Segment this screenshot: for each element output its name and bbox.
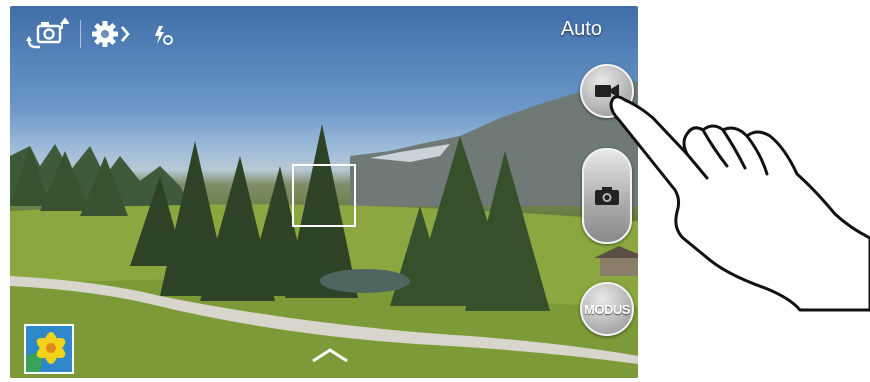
flash-auto-icon [155, 26, 173, 45]
gallery-thumbnail[interactable] [24, 324, 74, 374]
toolbar-divider [80, 20, 81, 48]
flash-button[interactable] [150, 22, 176, 48]
camera-viewfinder[interactable]: Auto MODUS [10, 6, 638, 378]
settings-button[interactable] [90, 18, 134, 50]
left-trees [10, 146, 128, 216]
scene-mode-label[interactable]: Auto [561, 18, 602, 41]
camera-top-bar: Auto [10, 6, 638, 58]
gear-icon [92, 21, 130, 47]
switch-camera-button[interactable] [24, 16, 70, 52]
focus-frame [292, 164, 356, 227]
flower-thumbnail-image [26, 326, 72, 372]
chevron-up-icon[interactable] [310, 346, 350, 364]
pond [320, 269, 410, 293]
tap-gesture-hand-illustration [609, 95, 870, 312]
switch-camera-icon [26, 17, 69, 49]
